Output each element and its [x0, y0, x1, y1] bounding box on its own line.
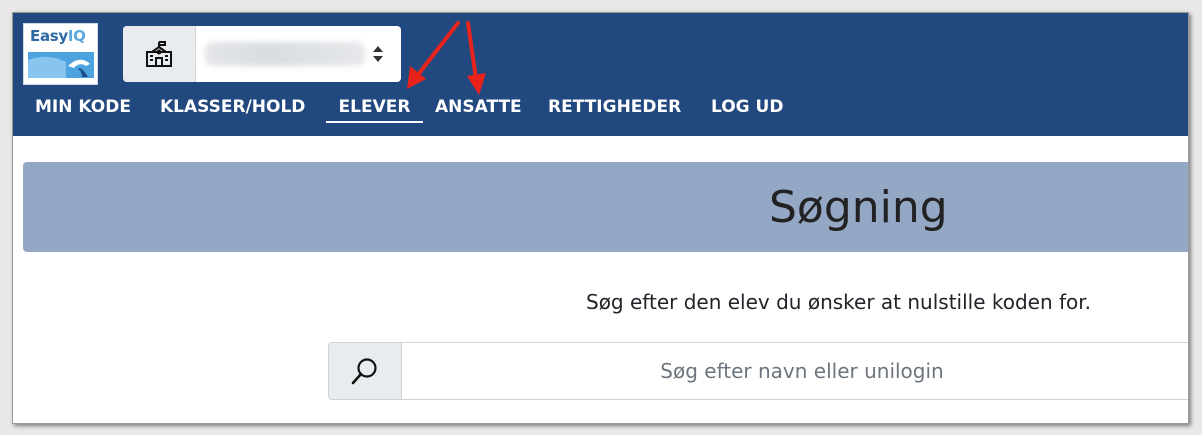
search-input[interactable]: [402, 343, 1188, 399]
school-icon: [146, 41, 172, 67]
annotation-arrows: [407, 21, 486, 95]
school-select-value: [205, 42, 365, 66]
annotation-arrow-elever: [415, 21, 460, 78]
nav-item-klasser-hold[interactable]: KLASSER/HOLD: [160, 93, 305, 121]
top-header: EasyIQ MIN KODE KLASSER/HOLD ELEVER ANSA…: [13, 13, 1188, 136]
search-banner: Søgning: [23, 162, 1188, 252]
logo-wave-icon: [28, 52, 94, 78]
logo-wordmark: EasyIQ: [30, 27, 86, 45]
main-content: Søgning Søg efter den elev du ønsker at …: [13, 136, 1188, 423]
search-instruction: Søg efter den elev du ønsker at nulstill…: [586, 290, 1092, 314]
nav-item-log-ud[interactable]: LOG UD: [711, 93, 783, 121]
page-title: Søgning: [769, 182, 948, 233]
nav-item-rettigheder[interactable]: RETTIGHEDER: [548, 93, 681, 121]
school-icon-container: [123, 26, 196, 82]
school-selector[interactable]: [123, 26, 401, 82]
search-button[interactable]: [329, 343, 402, 399]
search-bar: [328, 342, 1188, 400]
nav-item-min-kode[interactable]: MIN KODE: [35, 93, 131, 121]
annotation-arrow-ansatte: [466, 21, 478, 81]
sort-arrows-icon: [373, 46, 383, 62]
easyiq-logo[interactable]: EasyIQ: [23, 23, 98, 85]
search-icon: [351, 358, 377, 385]
app-window: EasyIQ MIN KODE KLASSER/HOLD ELEVER ANSA…: [12, 12, 1189, 424]
annotation-arrowhead-ansatte: [467, 73, 486, 95]
